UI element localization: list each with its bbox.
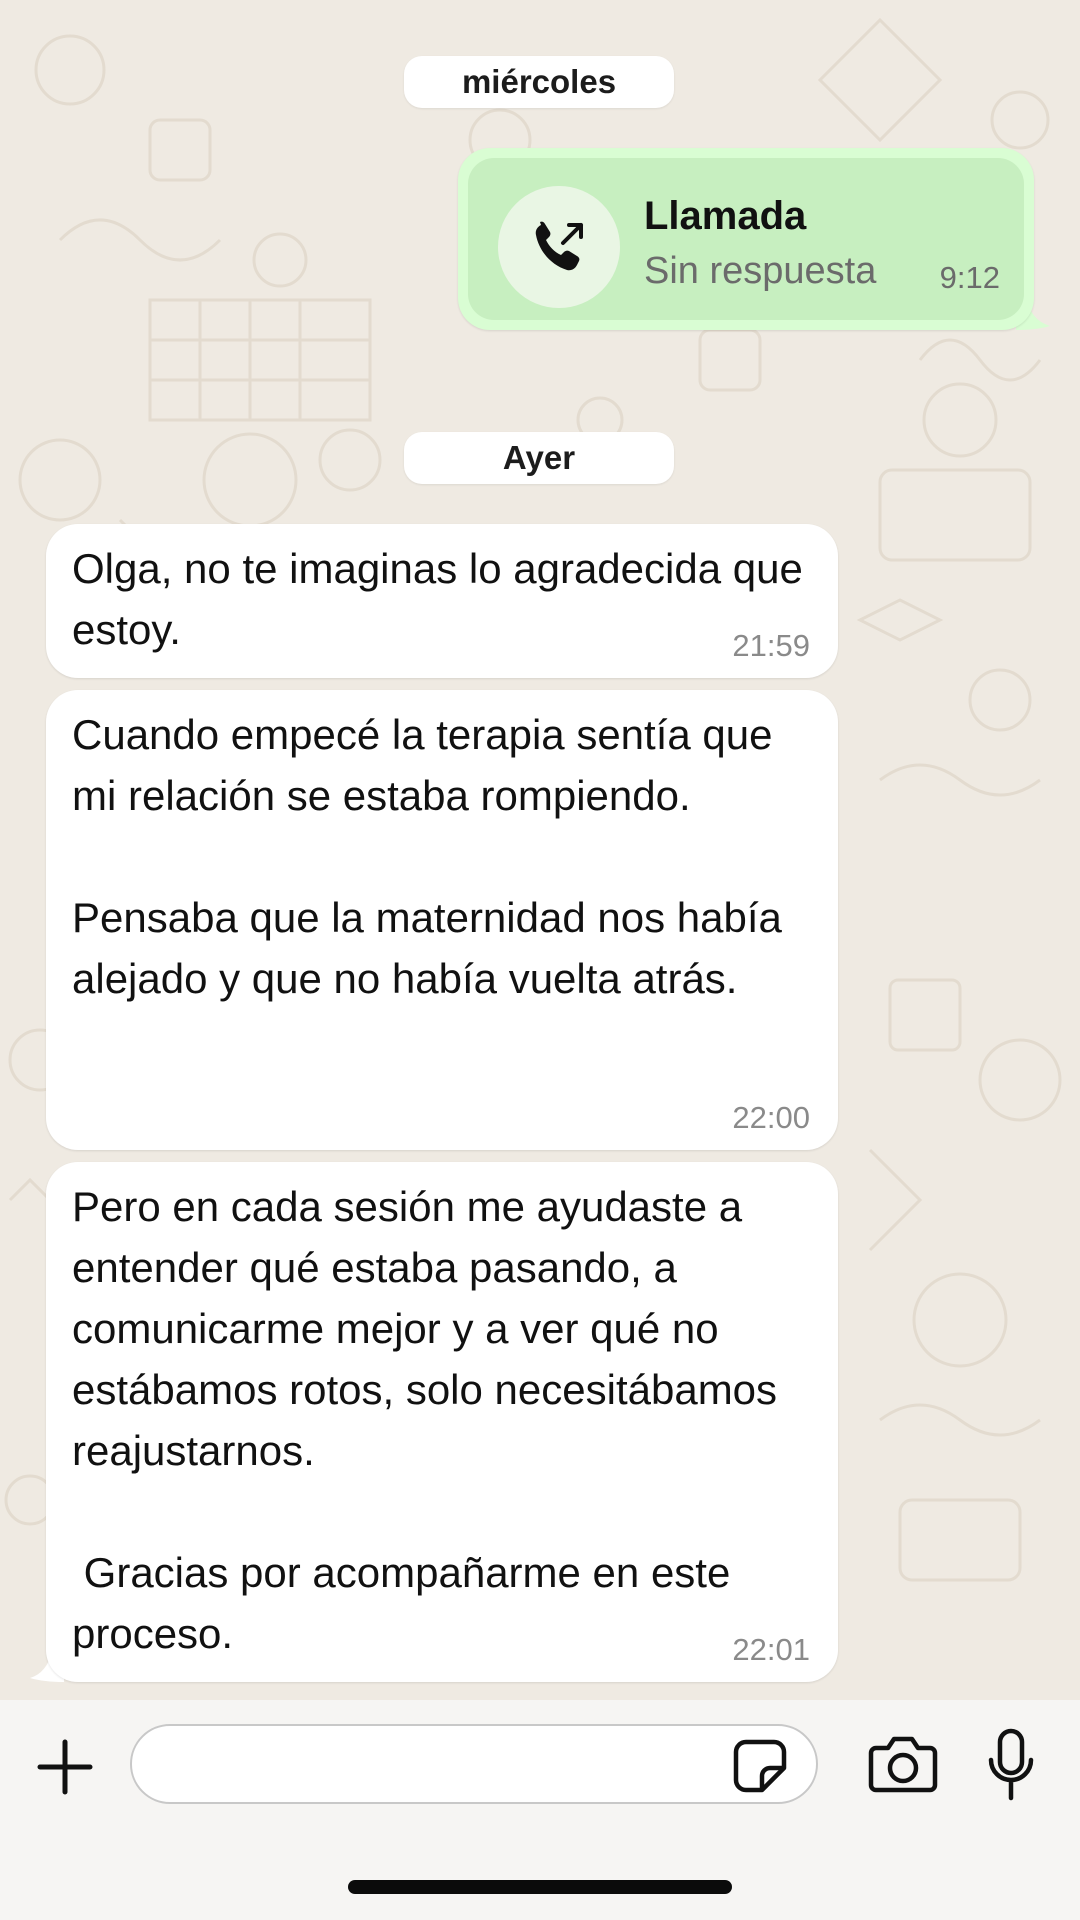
call-card[interactable]: Llamada Sin respuesta 9:12 xyxy=(468,158,1024,320)
message-input[interactable] xyxy=(130,1724,818,1804)
message-text: Pero en cada sesión me ayudaste a entend… xyxy=(72,1183,778,1657)
date-separator-wednesday: miércoles xyxy=(404,56,674,108)
date-separator-yesterday: Ayer xyxy=(404,432,674,484)
message-time: 22:00 xyxy=(732,1100,810,1135)
home-indicator[interactable] xyxy=(348,1880,732,1894)
message-text: Olga, no te imaginas lo agradecida que e… xyxy=(72,545,815,653)
date-separator-label: Ayer xyxy=(502,439,576,476)
camera-icon[interactable] xyxy=(868,1734,938,1794)
plus-icon[interactable] xyxy=(34,1736,96,1798)
chat-area[interactable]: miércoles Llamada Sin respuesta 9:12 Aye… xyxy=(0,0,1080,1700)
call-message-bubble[interactable]: Llamada Sin respuesta 9:12 xyxy=(458,148,1034,330)
call-status: Sin respuesta xyxy=(644,250,877,292)
call-title: Llamada xyxy=(644,194,807,238)
message-text: Cuando empecé la terapia sentía que mi r… xyxy=(72,711,782,1002)
date-separator-label: miércoles xyxy=(461,63,617,100)
sticker-icon[interactable] xyxy=(732,1738,788,1794)
message-time: 22:01 xyxy=(732,1632,810,1667)
incoming-message-bubble[interactable]: Olga, no te imaginas lo agradecida que e… xyxy=(46,524,838,678)
microphone-icon[interactable] xyxy=(986,1728,1036,1802)
message-time: 21:59 xyxy=(732,628,810,663)
incoming-message-bubble[interactable]: Pero en cada sesión me ayudaste a entend… xyxy=(46,1162,838,1682)
message-time: 9:12 xyxy=(939,260,1000,295)
outgoing-call-icon xyxy=(498,186,620,308)
incoming-message-bubble[interactable]: Cuando empecé la terapia sentía que mi r… xyxy=(46,690,838,1150)
